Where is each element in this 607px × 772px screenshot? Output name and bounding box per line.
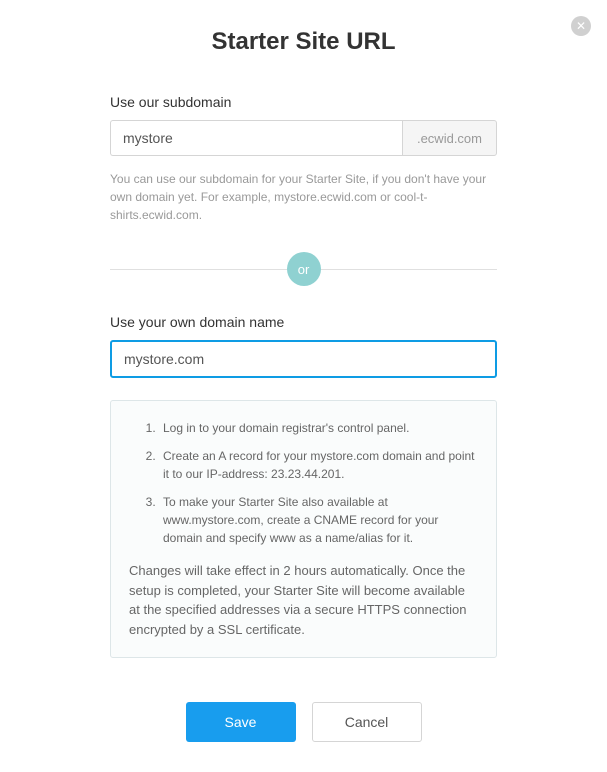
subdomain-input[interactable] (110, 120, 402, 156)
instruction-step-2: Create an A record for your mystore.com … (159, 447, 478, 483)
button-row: Save Cancel (110, 702, 497, 742)
instruction-step-1: Log in to your domain registrar's contro… (159, 419, 478, 437)
divider: or (110, 252, 497, 286)
cancel-button[interactable]: Cancel (312, 702, 422, 742)
own-domain-input[interactable] (110, 340, 497, 378)
subdomain-suffix: .ecwid.com (402, 120, 497, 156)
dialog-container: Starter Site URL Use our subdomain .ecwi… (0, 0, 607, 772)
own-domain-label: Use your own domain name (110, 314, 497, 330)
save-button[interactable]: Save (186, 702, 296, 742)
instructions-list: Log in to your domain registrar's contro… (129, 419, 478, 547)
instructions-box: Log in to your domain registrar's contro… (110, 400, 497, 658)
subdomain-field-wrap: .ecwid.com (110, 120, 497, 156)
subdomain-label: Use our subdomain (110, 94, 497, 110)
close-button[interactable]: ✕ (571, 16, 591, 36)
subdomain-help-text: You can use our subdomain for your Start… (110, 170, 497, 224)
dialog-title: Starter Site URL (110, 28, 497, 56)
close-icon: ✕ (576, 20, 586, 32)
instructions-note: Changes will take effect in 2 hours auto… (129, 561, 478, 639)
or-badge: or (287, 252, 321, 286)
instruction-step-3: To make your Starter Site also available… (159, 493, 478, 547)
